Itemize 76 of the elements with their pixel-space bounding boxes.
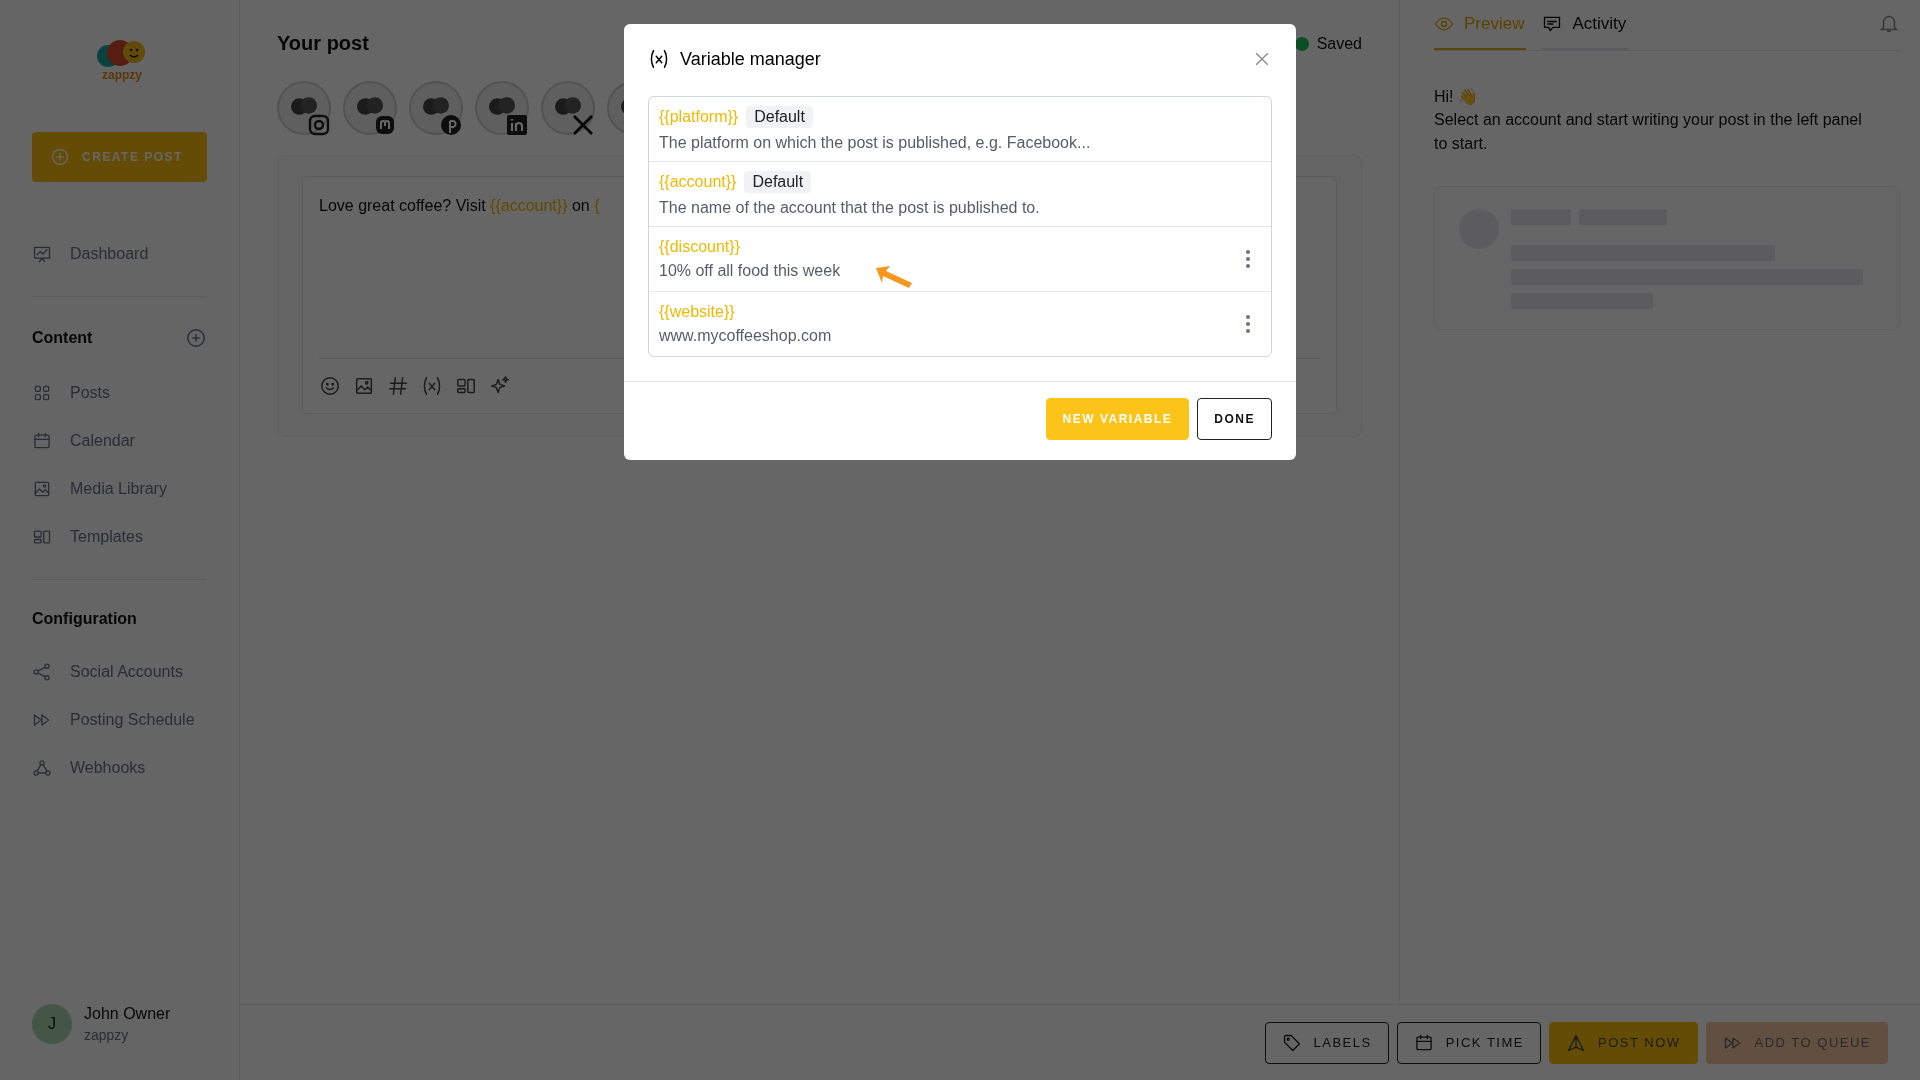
user-organization: zappzy [84, 1027, 130, 1043]
action-button[interactable]: LABELS [1264, 1021, 1389, 1064]
action-button[interactable]: POST NOW [1548, 1021, 1698, 1064]
cloud-logo-icon [489, 97, 515, 115]
nav-item[interactable]: Social Accounts [32, 648, 239, 696]
dialog-title: Variable manager [680, 48, 821, 70]
account-avatar[interactable] [277, 81, 331, 135]
account-avatar[interactable] [475, 81, 529, 135]
annotation-arrow [874, 264, 914, 288]
calendar-icon [1413, 1032, 1434, 1053]
section-heading: Configuration [32, 610, 137, 628]
default-tag: Default [744, 171, 812, 193]
variable-value: The name of the account that the post is published to. [659, 199, 1040, 217]
nav-item[interactable]: Templates [32, 513, 239, 561]
variable-row[interactable]: {{platform}} Default The platform on which the post is published, e.g. Facebook... [649, 97, 1271, 161]
nav-item[interactable]: Webhooks [32, 744, 239, 792]
image-icon [32, 479, 52, 499]
nav-item[interactable]: Posting Schedule [32, 696, 239, 744]
variable-value: www.mycoffeeshop.com [659, 327, 832, 345]
variable-name: {{platform}} [659, 108, 739, 126]
variable-name: {{discount}} [659, 238, 740, 256]
account-avatar[interactable] [541, 81, 595, 135]
nav-item[interactable]: Media Library [32, 465, 239, 513]
instagram-icon [307, 113, 331, 137]
variable-value: The platform on which the post is published, e.g. Facebook... [659, 134, 1091, 152]
add-icon[interactable] [185, 327, 207, 349]
variable-icon [648, 48, 670, 70]
greeting-text: Hi! 👋 [1434, 87, 1479, 106]
page-title: Your post [277, 32, 369, 55]
dialog-button[interactable]: NEW VARIABLE [1045, 398, 1190, 440]
variable-name: {{account}} [659, 173, 737, 191]
send-icon [1565, 1032, 1586, 1053]
variable-name: {{website}} [659, 303, 735, 321]
default-tag: Default [746, 106, 813, 128]
more-icon[interactable] [1245, 249, 1251, 269]
account-avatar[interactable] [409, 81, 463, 135]
plus-icon [50, 147, 70, 167]
nav-item[interactable]: Posts [32, 369, 239, 417]
user-avatar: J [32, 1004, 72, 1044]
variable-value: 10% off all food this week [659, 262, 841, 280]
section-heading: Content [32, 329, 93, 347]
create-post-button[interactable]: CREATE POST [32, 132, 207, 182]
emoji-icon [319, 375, 341, 397]
cloud-logo-icon [291, 97, 317, 115]
cloud-logo-icon [423, 97, 449, 115]
cloud-logo-icon [555, 97, 581, 115]
grid-icon [32, 383, 52, 403]
mastodon-icon [373, 113, 397, 137]
hint-text: Select an account and start writing your post in the left panel to start. [1434, 110, 1863, 154]
preview-tab[interactable]: Preview [1434, 0, 1527, 50]
x-logo-icon [571, 113, 595, 137]
variable-row[interactable]: {{website}} www.mycoffeeshop.com [649, 291, 1271, 356]
action-button[interactable]: PICK TIME [1396, 1021, 1541, 1064]
save-status: Saved [1316, 34, 1362, 53]
nav-item[interactable]: Dashboard [32, 230, 239, 278]
webhook-icon [32, 758, 52, 778]
nav-item[interactable]: Calendar [32, 417, 239, 465]
user-name: John Owner [84, 1005, 171, 1023]
calendar-icon [32, 431, 52, 451]
dashboard-icon [32, 244, 52, 264]
chat-icon [1542, 14, 1563, 34]
variable-row[interactable]: {{account}} Default The name of the account that the post is published to. [649, 161, 1271, 226]
account-avatar[interactable] [343, 81, 397, 135]
pinterest-icon [439, 113, 463, 137]
cloud-logo-icon [357, 97, 383, 115]
share-icon [32, 662, 52, 682]
hashtag-icon [387, 375, 409, 397]
variable-icon [421, 375, 443, 397]
image-icon[interactable] [353, 375, 375, 397]
preview-tab[interactable]: Activity [1542, 0, 1629, 50]
dialog-button[interactable]: DONE [1197, 398, 1272, 440]
linkedin-icon [505, 113, 529, 137]
logo-text: zappzy [102, 68, 142, 82]
post-text: Love great coffee? Visit {{account}} on { [319, 197, 600, 215]
tag-icon [1281, 1032, 1302, 1053]
more-icon[interactable] [1245, 314, 1251, 334]
